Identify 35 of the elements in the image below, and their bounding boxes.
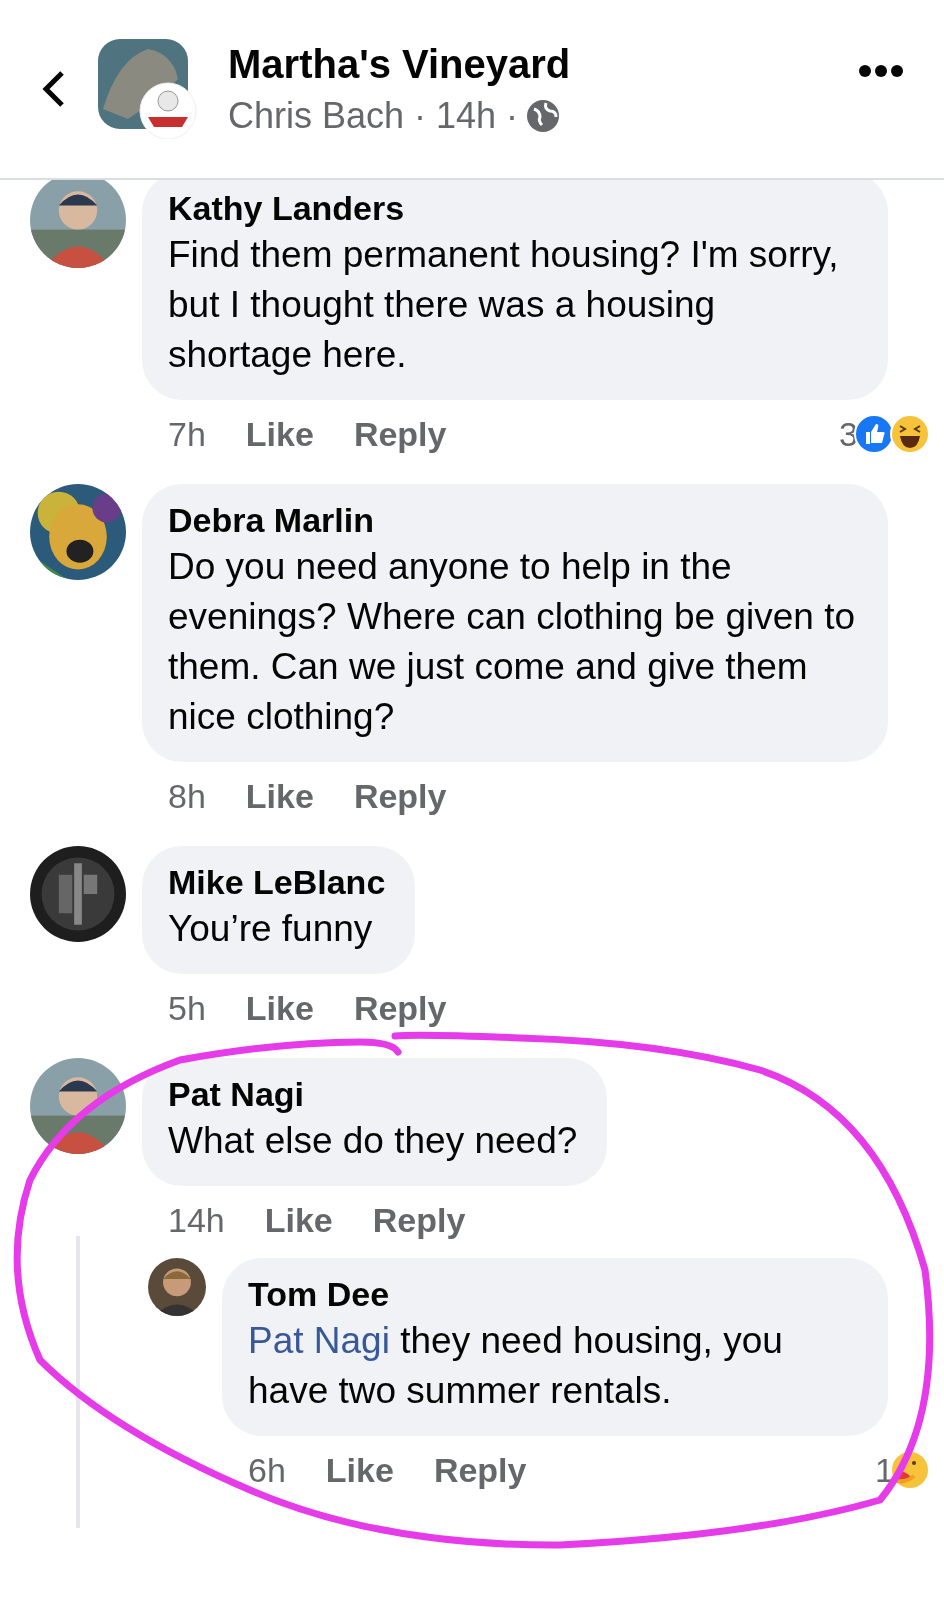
like-link[interactable]: Like xyxy=(245,776,314,816)
comment-text: What else do they need? xyxy=(168,1119,578,1163)
comment-time: 7h xyxy=(168,414,206,454)
reaction-count: 1 xyxy=(875,1450,894,1490)
group-title[interactable]: Martha's Vineyard xyxy=(228,41,828,87)
commenter-name[interactable]: Mike LeBlanc xyxy=(168,860,386,904)
comment-time: 5h xyxy=(168,988,206,1028)
hugging-face-icon xyxy=(890,1450,930,1490)
comment-text: Find them permanent housing? I'm sorry, but I thought there was a housing shortage here. xyxy=(168,233,840,377)
reply-link[interactable]: Reply xyxy=(353,776,447,816)
reply-link[interactable]: Reply xyxy=(353,988,447,1028)
commenter-name[interactable]: Pat Nagi xyxy=(168,1072,578,1116)
comment-text: You’re funny xyxy=(168,907,374,951)
comment-time: 6h xyxy=(248,1450,286,1490)
like-link[interactable]: Like xyxy=(245,988,314,1028)
reply-link[interactable]: Reply xyxy=(372,1200,466,1240)
laughing-face-icon xyxy=(890,414,930,454)
reaction-count: 3 xyxy=(839,414,858,454)
like-link[interactable]: Like xyxy=(264,1200,333,1240)
reply-link[interactable]: Reply xyxy=(433,1450,527,1490)
like-link[interactable]: Like xyxy=(245,414,314,454)
commenter-name[interactable]: Debra Marlin xyxy=(168,498,858,542)
comment-text: Pat Nagi they need housing, you have two summer rentals. xyxy=(248,1319,784,1413)
mention-link[interactable]: Pat Nagi xyxy=(248,1320,390,1361)
more-icon[interactable] xyxy=(858,64,904,78)
post-meta: Chris Bach · 14h · xyxy=(228,94,519,137)
comment-time: 14h xyxy=(168,1200,225,1240)
globe-icon xyxy=(526,98,561,133)
commenter-name[interactable]: Kathy Landers xyxy=(168,186,858,230)
commenter-name[interactable]: Tom Dee xyxy=(248,1272,858,1316)
thumbs-up-icon xyxy=(854,414,894,454)
like-link[interactable]: Like xyxy=(325,1450,394,1490)
comment-time: 8h xyxy=(168,776,206,816)
comment-text: Do you need anyone to help in the evenings? Where can clothing be given to them. Can we just come and give them nice clothing? xyxy=(168,545,856,739)
reply-link[interactable]: Reply xyxy=(353,414,447,454)
